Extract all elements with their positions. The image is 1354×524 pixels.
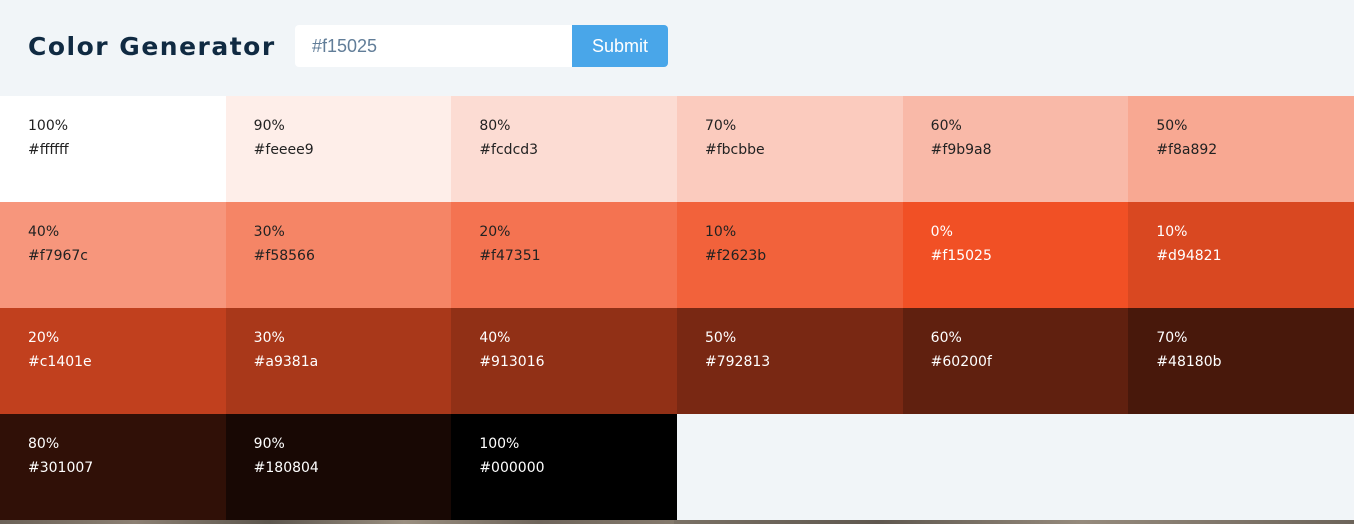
- background-image-strip: [0, 520, 674, 524]
- swatch-hex-value: #d94821: [1156, 248, 1222, 264]
- color-input[interactable]: [295, 25, 572, 67]
- swatch-hex-value: #feeee9: [253, 142, 314, 158]
- swatch-percent: 20%: [28, 330, 60, 346]
- color-swatch[interactable]: 90% #180804: [225, 414, 452, 520]
- swatch-hex-value: #f8a892: [1156, 142, 1218, 158]
- swatch-hex-value: #792813: [705, 354, 771, 370]
- color-swatch[interactable]: 20% #f47351: [451, 202, 677, 308]
- swatch-percent: 90%: [253, 436, 285, 452]
- color-swatch[interactable]: 10% #f2623b: [677, 202, 903, 308]
- swatch-hex-value: #ffffff: [28, 142, 69, 158]
- submit-button[interactable]: Submit: [572, 25, 668, 67]
- color-palette: 100% #ffffff 90% #feeee9 80% #fcdcd3 70% #fbcbb…: [0, 96, 1354, 520]
- swatch-hex-value: #f15025: [930, 248, 992, 264]
- swatch-percent: 30%: [253, 330, 285, 346]
- color-swatch[interactable]: 50% #792813: [677, 308, 903, 414]
- swatch-hex-value: #a9381a: [253, 354, 319, 370]
- swatch-percent: 20%: [479, 224, 511, 240]
- color-swatch[interactable]: 60% #60200f: [902, 308, 1129, 414]
- swatch-percent: 70%: [1156, 330, 1188, 346]
- color-swatch[interactable]: 90% #feeee9: [225, 96, 452, 202]
- swatch-percent: 50%: [1156, 118, 1188, 134]
- color-swatch[interactable]: 100% #000000: [451, 414, 677, 520]
- swatch-percent: 80%: [479, 118, 511, 134]
- swatch-hex-value: #f9b9a8: [930, 142, 992, 158]
- swatch-percent: 50%: [705, 330, 737, 346]
- color-swatch[interactable]: 20% #c1401e: [0, 308, 226, 414]
- swatch-hex-value: #180804: [253, 460, 319, 476]
- swatch-hex-value: #f58566: [253, 248, 315, 264]
- swatch-hex-value: #f7967c: [28, 248, 88, 264]
- page-title: Color Generator: [28, 32, 276, 61]
- color-swatch[interactable]: 10% #d94821: [1128, 202, 1354, 308]
- swatch-percent: 70%: [705, 118, 737, 134]
- swatch-percent: 10%: [705, 224, 737, 240]
- swatch-percent: 80%: [28, 436, 60, 452]
- color-swatch[interactable]: 30% #f58566: [225, 202, 452, 308]
- color-swatch[interactable]: 70% #48180b: [1128, 308, 1354, 414]
- swatch-hex-value: #60200f: [930, 354, 992, 370]
- swatch-percent: 100%: [28, 118, 69, 134]
- swatch-hex-value: #48180b: [1156, 354, 1222, 370]
- swatch-hex-value: #301007: [28, 460, 94, 476]
- color-swatch[interactable]: 60% #f9b9a8: [902, 96, 1129, 202]
- swatch-percent: 40%: [28, 224, 60, 240]
- swatch-percent: 100%: [479, 436, 520, 452]
- background-image-strip-right: [674, 520, 1354, 524]
- swatch-percent: 60%: [930, 118, 962, 134]
- swatch-hex-value: #f2623b: [705, 248, 767, 264]
- color-swatch[interactable]: 0% #f15025: [902, 202, 1129, 308]
- color-swatch[interactable]: 80% #301007: [0, 414, 226, 520]
- swatch-percent: 30%: [253, 224, 285, 240]
- swatch-percent: 0%: [930, 224, 953, 240]
- swatch-percent: 90%: [253, 118, 285, 134]
- app-header: Color Generator Submit: [0, 0, 1354, 96]
- color-swatch[interactable]: 70% #fbcbbe: [677, 96, 903, 202]
- swatch-percent: 60%: [930, 330, 962, 346]
- swatch-hex-value: #000000: [479, 460, 545, 476]
- color-swatch[interactable]: 40% #913016: [451, 308, 677, 414]
- swatch-hex-value: #fcdcd3: [479, 142, 539, 158]
- color-swatch[interactable]: 40% #f7967c: [0, 202, 226, 308]
- color-swatch[interactable]: 100% #ffffff: [0, 96, 226, 202]
- swatch-hex-value: #913016: [479, 354, 545, 370]
- swatch-hex-value: #fbcbbe: [705, 142, 765, 158]
- swatch-hex-value: #f47351: [479, 248, 541, 264]
- swatch-percent: 10%: [1156, 224, 1188, 240]
- color-swatch[interactable]: 50% #f8a892: [1128, 96, 1354, 202]
- swatch-percent: 40%: [479, 330, 511, 346]
- color-swatch[interactable]: 80% #fcdcd3: [451, 96, 677, 202]
- swatch-hex-value: #c1401e: [28, 354, 92, 370]
- color-swatch[interactable]: 30% #a9381a: [225, 308, 452, 414]
